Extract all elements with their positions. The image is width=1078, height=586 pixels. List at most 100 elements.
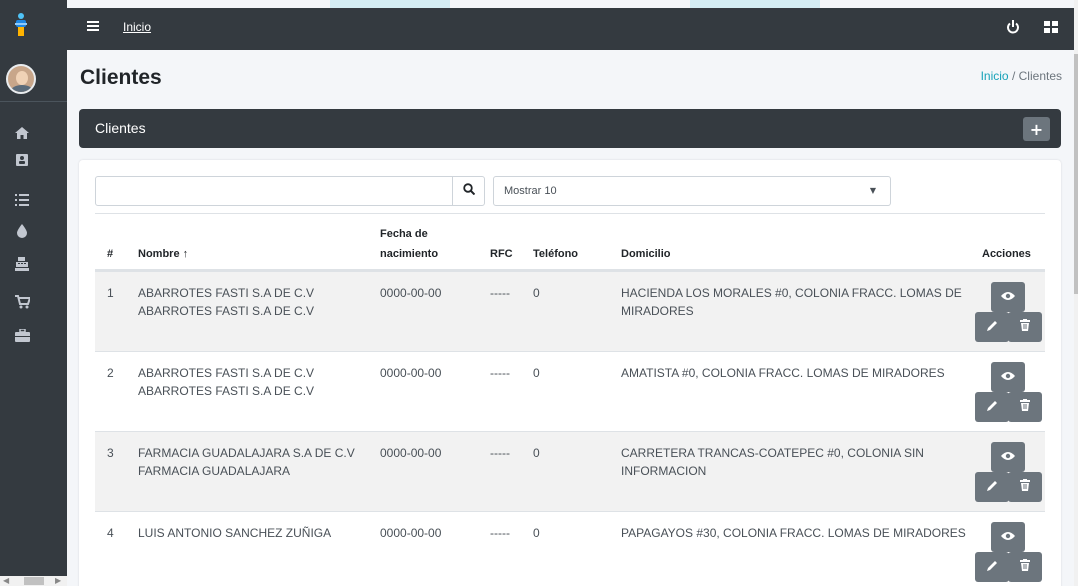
sidebar: ◀ ▶ xyxy=(0,0,67,586)
trash-icon xyxy=(1020,399,1030,415)
search-button[interactable] xyxy=(452,176,485,206)
logo-icon[interactable] xyxy=(10,10,32,40)
apps-icon[interactable] xyxy=(1044,21,1058,37)
edit-button[interactable] xyxy=(975,392,1009,422)
cell-rfc: ----- xyxy=(490,526,510,540)
delete-button[interactable] xyxy=(1008,472,1042,502)
cell-num: 2 xyxy=(107,366,114,380)
user-panel xyxy=(0,54,67,102)
page-title: Clientes xyxy=(80,66,162,89)
scroll-right-icon[interactable]: ▶ xyxy=(55,576,61,585)
eye-icon xyxy=(1001,370,1015,385)
cell-domicilio: PAPAGAYOS #30, COLONIA FRACC. LOMAS DE M… xyxy=(621,526,966,540)
edit-button[interactable] xyxy=(975,472,1009,502)
list-icon[interactable] xyxy=(10,191,34,209)
col-domicilio[interactable]: Domicilio xyxy=(621,247,671,262)
clients-table: # Nombre ↑ Fecha de nacimiento RFC Teléf… xyxy=(95,213,1045,586)
eye-icon xyxy=(1001,290,1015,305)
contact-card-icon[interactable] xyxy=(10,151,34,169)
col-fecha-line1[interactable]: Fecha de xyxy=(380,227,428,242)
cell-fecha: 0000-00-00 xyxy=(380,526,442,540)
avatar[interactable] xyxy=(6,64,36,94)
col-nombre[interactable]: Nombre ↑ xyxy=(138,247,188,262)
card-title: Clientes xyxy=(95,120,146,136)
table-row: 1 ABARROTES FASTI S.A DE C.V ABARROTES F… xyxy=(95,271,1045,351)
nav-home-link[interactable]: Inicio xyxy=(123,20,151,34)
cell-fecha: 0000-00-00 xyxy=(380,366,442,380)
table-header: # Nombre ↑ Fecha de nacimiento RFC Teléf… xyxy=(95,214,1045,271)
cell-nombre: FARMACIA GUADALAJARA S.A DE C.V FARMACIA… xyxy=(138,446,355,478)
cell-domicilio: AMATISTA #0, COLONIA FRACC. LOMAS DE MIR… xyxy=(621,366,945,380)
cell-telefono: 0 xyxy=(533,446,540,460)
delete-button[interactable] xyxy=(1008,552,1042,582)
trash-icon xyxy=(1020,559,1030,575)
cell-rfc: ----- xyxy=(490,446,510,460)
breadcrumb-separator: / xyxy=(1011,69,1016,83)
scroll-left-icon[interactable]: ◀ xyxy=(3,576,9,585)
cell-telefono: 0 xyxy=(533,366,540,380)
pencil-icon xyxy=(986,480,998,495)
edit-button[interactable] xyxy=(975,312,1009,342)
toolbox-icon[interactable] xyxy=(10,326,34,344)
eye-icon xyxy=(1001,530,1015,545)
table-row: 3 FARMACIA GUADALAJARA S.A DE C.V FARMAC… xyxy=(95,431,1045,511)
view-button[interactable] xyxy=(991,522,1025,552)
delete-button[interactable] xyxy=(1008,312,1042,342)
cell-nombre: ABARROTES FASTI S.A DE C.V ABARROTES FAS… xyxy=(138,286,315,318)
page-size-value: Mostrar 10 xyxy=(504,185,557,197)
breadcrumb: Inicio / Clientes xyxy=(981,69,1062,83)
cell-domicilio: HACIENDA LOS MORALES #0, COLONIA FRACC. … xyxy=(621,286,962,318)
cell-num: 4 xyxy=(107,526,114,540)
edit-button[interactable] xyxy=(975,552,1009,582)
cell-fecha: 0000-00-00 xyxy=(380,286,442,300)
cell-num: 3 xyxy=(107,446,114,460)
cell-num: 1 xyxy=(107,286,114,300)
cell-rfc: ----- xyxy=(490,286,510,300)
view-button[interactable] xyxy=(991,442,1025,472)
search-icon xyxy=(462,183,475,199)
delete-button[interactable] xyxy=(1008,392,1042,422)
cash-register-icon[interactable] xyxy=(10,255,34,273)
power-icon[interactable] xyxy=(1006,20,1020,38)
col-num: # xyxy=(107,248,114,260)
horizontal-scrollbar[interactable]: ◀ ▶ xyxy=(0,576,67,586)
card-header: Clientes + xyxy=(79,109,1061,148)
menu-icon[interactable] xyxy=(87,21,99,31)
search-input[interactable] xyxy=(95,176,453,206)
drop-icon[interactable] xyxy=(10,222,34,240)
caret-down-icon: ▼ xyxy=(869,186,876,195)
clients-card: Mostrar 10 ▼ # Nombre ↑ Fecha de nacimie… xyxy=(79,160,1061,586)
eye-icon xyxy=(1001,450,1015,465)
scrollbar-thumb[interactable] xyxy=(24,577,44,585)
watermark-shape xyxy=(690,0,820,8)
col-rfc[interactable]: RFC xyxy=(490,247,513,262)
cell-rfc: ----- xyxy=(490,366,510,380)
breadcrumb-home-link[interactable]: Inicio xyxy=(981,69,1009,83)
col-fecha-line2[interactable]: nacimiento xyxy=(380,247,438,262)
home-icon[interactable] xyxy=(10,124,34,142)
col-acciones: Acciones xyxy=(982,248,1031,260)
page-size-select[interactable]: Mostrar 10 ▼ xyxy=(493,176,891,206)
cart-icon[interactable] xyxy=(10,293,34,311)
cell-nombre: LUIS ANTONIO SANCHEZ ZUÑIGA xyxy=(138,526,332,540)
trash-icon xyxy=(1020,479,1030,495)
cell-fecha: 0000-00-00 xyxy=(380,446,442,460)
pencil-icon xyxy=(986,560,998,575)
watermark-shape xyxy=(330,0,450,8)
cell-domicilio: CARRETERA TRANCAS-COATEPEC #0, COLONIA S… xyxy=(621,446,924,478)
vertical-scrollbar[interactable] xyxy=(1074,0,1078,586)
col-telefono[interactable]: Teléfono xyxy=(533,247,578,262)
add-client-button[interactable]: + xyxy=(1023,117,1050,141)
trash-icon xyxy=(1020,319,1030,335)
pencil-icon xyxy=(986,320,998,335)
top-navbar: Inicio xyxy=(67,8,1074,50)
pencil-icon xyxy=(986,400,998,415)
view-button[interactable] xyxy=(991,362,1025,392)
table-row: 2 ABARROTES FASTI S.A DE C.V ABARROTES F… xyxy=(95,351,1045,431)
table-row: 4 LUIS ANTONIO SANCHEZ ZUÑIGA 0000-00-00… xyxy=(95,511,1045,586)
scrollbar-thumb[interactable] xyxy=(1074,54,1078,294)
cell-telefono: 0 xyxy=(533,526,540,540)
breadcrumb-current: Clientes xyxy=(1018,69,1062,83)
view-button[interactable] xyxy=(991,282,1025,312)
cell-nombre: ABARROTES FASTI S.A DE C.V ABARROTES FAS… xyxy=(138,366,315,398)
